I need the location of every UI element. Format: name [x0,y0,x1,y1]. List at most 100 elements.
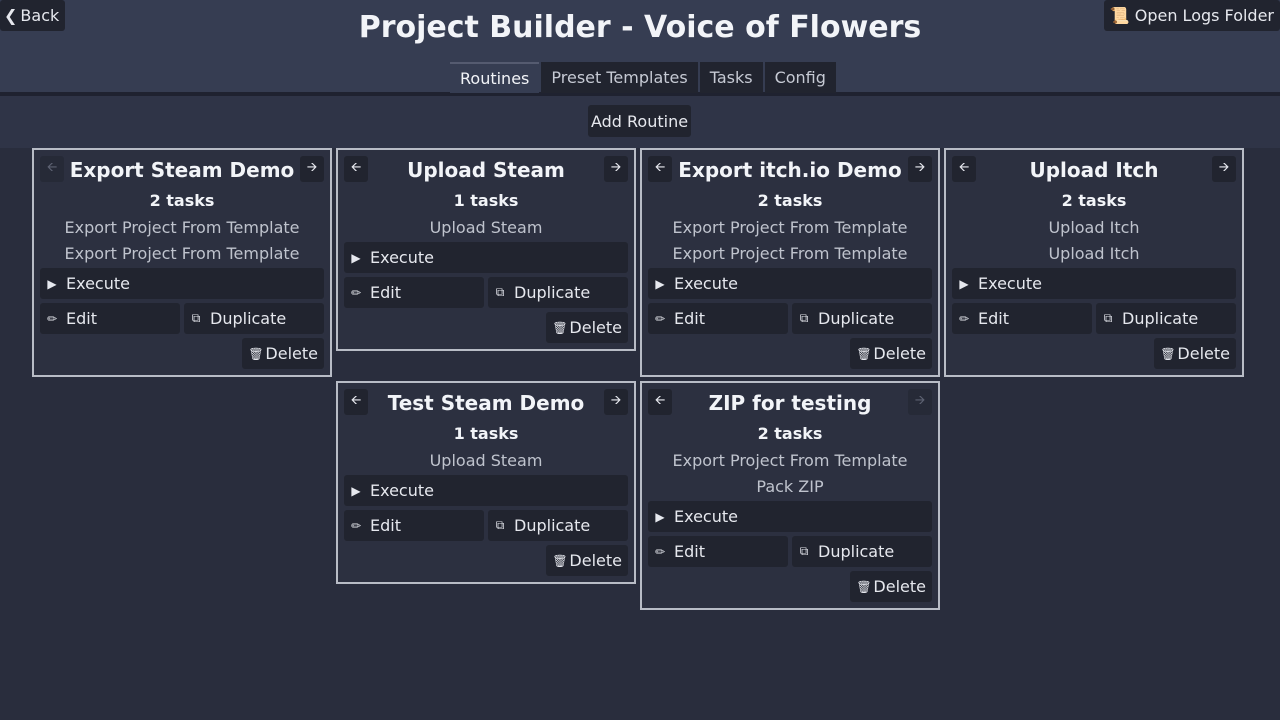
arrow-left-icon[interactable]: 🡨 [40,156,64,182]
task-item: Upload Steam [429,218,543,237]
routine-card: 🡨 Test Steam Demo 🡪 1 tasks Upload Steam… [336,381,636,584]
trash-icon: 🗑 [248,346,264,361]
play-icon: ▶ [655,509,665,524]
duplicate-button[interactable]: ⧉ Duplicate [488,510,628,541]
trash-icon: 🗑 [552,553,568,568]
task-count: 2 tasks [149,191,215,210]
duplicate-icon: ⧉ [495,285,505,299]
arrow-left-icon[interactable]: 🡨 [344,156,368,182]
delete-button[interactable]: 🗑 Delete [850,571,932,602]
routine-name: ZIP for testing [708,391,872,415]
task-count: 2 tasks [1061,191,1127,210]
task-count: 1 tasks [453,424,519,443]
edit-label: Edit [370,283,401,302]
duplicate-label: Duplicate [818,542,895,561]
task-item: Pack ZIP [756,477,824,496]
arrow-right-icon[interactable]: 🡪 [604,156,628,182]
duplicate-icon: ⧉ [191,311,201,325]
arrow-left-icon[interactable]: 🡨 [344,389,368,415]
delete-button[interactable]: 🗑 Delete [546,545,628,576]
edit-button[interactable]: ✏ Edit [344,277,484,308]
routine-name: Export itch.io Demo [678,158,902,182]
duplicate-label: Duplicate [210,309,287,328]
edit-button[interactable]: ✏ Edit [648,303,788,334]
arrow-right-icon[interactable]: 🡪 [300,156,324,182]
duplicate-button[interactable]: ⧉ Duplicate [792,303,932,334]
routine-name: Upload Itch [1029,158,1159,182]
duplicate-button[interactable]: ⧉ Duplicate [792,536,932,567]
execute-label: Execute [674,274,738,293]
play-icon: ▶ [47,276,57,291]
pencil-icon: ✏ [958,311,970,326]
execute-label: Execute [978,274,1042,293]
trash-icon: 🗑 [552,320,568,335]
pencil-icon: ✏ [654,311,666,326]
add-routine-button[interactable]: Add Routine [588,105,691,137]
open-logs-folder-button[interactable]: 📜 Open Logs Folder [1103,0,1280,31]
duplicate-button[interactable]: ⧉ Duplicate [1096,303,1236,334]
duplicate-button[interactable]: ⧉ Duplicate [488,277,628,308]
delete-label: Delete [265,344,318,363]
tab-config[interactable]: Config [764,62,836,93]
routine-name: Upload Steam [407,158,565,182]
arrow-right-icon[interactable]: 🡪 [604,389,628,415]
tab-tasks[interactable]: Tasks [699,62,763,93]
open-logs-label: Open Logs Folder [1134,6,1274,25]
execute-label: Execute [370,481,434,500]
pencil-icon: ✏ [350,518,362,533]
duplicate-icon: ⧉ [1103,311,1113,325]
task-item: Upload Itch [1048,218,1140,237]
arrow-right-icon[interactable]: 🡪 [1212,156,1236,182]
play-icon: ▶ [351,483,361,498]
arrow-right-icon[interactable]: 🡪 [908,389,932,415]
edit-label: Edit [370,516,401,535]
tab-bar: Routines Preset Templates Tasks Config [450,62,838,93]
delete-label: Delete [873,577,926,596]
routine-name: Test Steam Demo [387,391,585,415]
edit-button[interactable]: ✏ Edit [40,303,180,334]
delete-label: Delete [873,344,926,363]
pencil-icon: ✏ [46,311,58,326]
execute-button[interactable]: ▶ Execute [648,268,932,299]
task-count: 2 tasks [757,424,823,443]
tab-routines[interactable]: Routines [450,62,540,93]
edit-button[interactable]: ✏ Edit [952,303,1092,334]
duplicate-button[interactable]: ⧉ Duplicate [184,303,324,334]
execute-label: Execute [370,248,434,267]
execute-button[interactable]: ▶ Execute [344,475,628,506]
edit-label: Edit [674,309,705,328]
delete-button[interactable]: 🗑 Delete [1154,338,1236,369]
delete-button[interactable]: 🗑 Delete [546,312,628,343]
duplicate-label: Duplicate [514,283,591,302]
execute-button[interactable]: ▶ Execute [648,501,932,532]
delete-button[interactable]: 🗑 Delete [242,338,324,369]
execute-button[interactable]: ▶ Execute [952,268,1236,299]
task-count: 1 tasks [453,191,519,210]
page-title: Project Builder - Voice of Flowers [358,10,922,45]
arrow-left-icon[interactable]: 🡨 [648,156,672,182]
routine-card: 🡨 Export itch.io Demo 🡪 2 tasks Export P… [640,148,940,377]
task-count: 2 tasks [757,191,823,210]
scroll-icon: 📜 [1109,6,1130,25]
execute-button[interactable]: ▶ Execute [40,268,324,299]
task-item: Upload Steam [429,451,543,470]
edit-button[interactable]: ✏ Edit [648,536,788,567]
edit-label: Edit [66,309,97,328]
routine-card: 🡨 ZIP for testing 🡪 2 tasks Export Proje… [640,381,940,610]
duplicate-label: Duplicate [514,516,591,535]
pencil-icon: ✏ [350,285,362,300]
arrow-left-icon[interactable]: 🡨 [648,389,672,415]
duplicate-label: Duplicate [1122,309,1199,328]
execute-button[interactable]: ▶ Execute [344,242,628,273]
edit-label: Edit [674,542,705,561]
delete-label: Delete [1177,344,1230,363]
trash-icon: 🗑 [1160,346,1176,361]
arrow-right-icon[interactable]: 🡪 [908,156,932,182]
arrow-left-icon[interactable]: 🡨 [952,156,976,182]
routine-card: 🡨 Export Steam Demo 🡪 2 tasks Export Pro… [32,148,332,377]
task-item: Export Project From Template [672,451,908,470]
task-item: Export Project From Template [672,218,908,237]
edit-button[interactable]: ✏ Edit [344,510,484,541]
tab-preset-templates[interactable]: Preset Templates [541,62,698,93]
delete-button[interactable]: 🗑 Delete [850,338,932,369]
